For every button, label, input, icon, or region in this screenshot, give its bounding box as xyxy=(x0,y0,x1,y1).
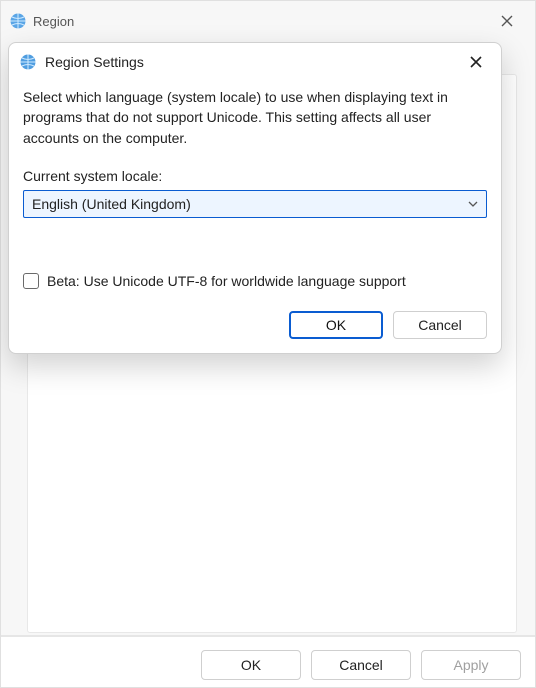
region-settings-dialog: Region Settings Select which language (s… xyxy=(8,42,502,354)
parent-title: Region xyxy=(33,14,74,29)
system-locale-dropdown[interactable]: English (United Kingdom) xyxy=(23,190,487,218)
globe-icon xyxy=(9,12,27,30)
parent-titlebar: Region xyxy=(1,1,535,41)
beta-utf8-row: Beta: Use Unicode UTF-8 for worldwide la… xyxy=(23,273,487,289)
globe-icon xyxy=(19,53,37,71)
parent-ok-button[interactable]: OK xyxy=(201,650,301,680)
dialog-button-row: OK Cancel xyxy=(23,311,487,339)
dialog-close-button[interactable] xyxy=(459,48,493,76)
close-icon xyxy=(501,15,513,27)
system-locale-label: Current system locale: xyxy=(23,168,487,184)
chevron-down-icon xyxy=(468,198,478,210)
dialog-cancel-button[interactable]: Cancel xyxy=(393,311,487,339)
parent-cancel-button[interactable]: Cancel xyxy=(311,650,411,680)
beta-utf8-checkbox[interactable] xyxy=(23,273,39,289)
dialog-description: Select which language (system locale) to… xyxy=(23,87,487,148)
dialog-body: Select which language (system locale) to… xyxy=(9,81,501,353)
parent-apply-button: Apply xyxy=(421,650,521,680)
close-icon xyxy=(470,56,482,68)
dialog-ok-button[interactable]: OK xyxy=(289,311,383,339)
system-locale-value: English (United Kingdom) xyxy=(32,196,191,212)
parent-close-button[interactable] xyxy=(487,6,527,36)
beta-utf8-label: Beta: Use Unicode UTF-8 for worldwide la… xyxy=(47,273,406,289)
dialog-titlebar: Region Settings xyxy=(9,43,501,81)
dialog-title: Region Settings xyxy=(45,54,144,70)
parent-footer: OK Cancel Apply xyxy=(1,635,535,687)
